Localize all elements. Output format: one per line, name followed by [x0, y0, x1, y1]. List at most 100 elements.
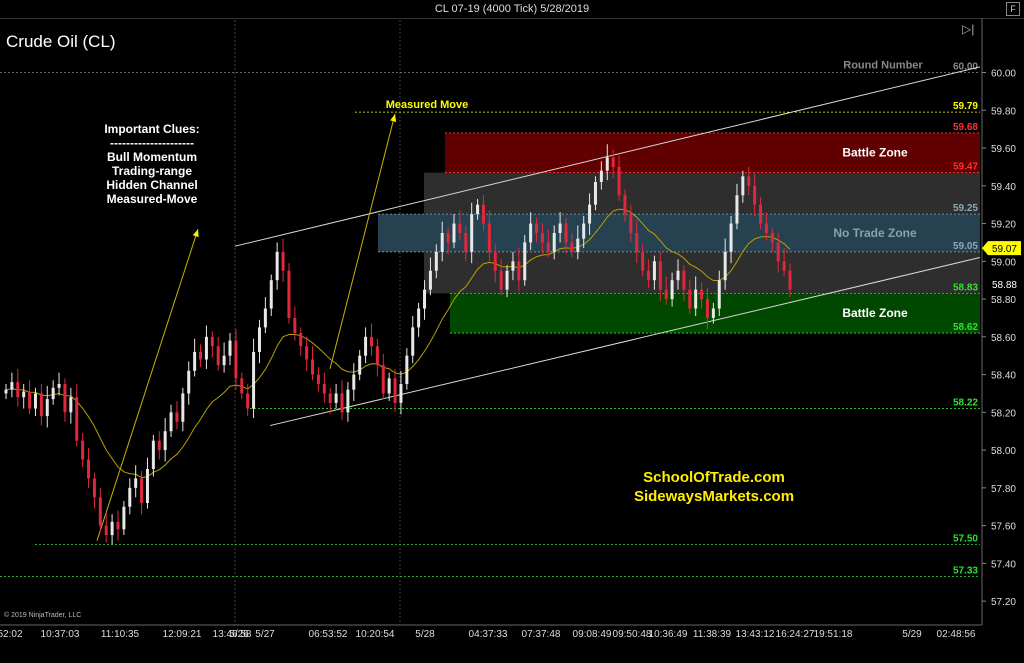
clues-divider: --------------------- — [110, 136, 194, 150]
time-axis[interactable]: 52:02 10:37:03 11:10:35 12:09:21 13:46:585/2… — [0, 624, 982, 640]
clues-title: Important Clues: — [104, 122, 200, 136]
candle-up — [33, 393, 37, 409]
candle-down — [369, 336, 373, 347]
candle-up — [511, 261, 515, 271]
candle-down — [770, 232, 774, 243]
candle-down — [98, 497, 102, 526]
candle-down — [246, 393, 250, 409]
candle-up — [670, 280, 674, 300]
candle-down — [375, 346, 379, 366]
time-tick-label: 06:53:52 — [309, 629, 348, 640]
time-tick-label: 19:51:18 — [814, 629, 853, 640]
candle-down — [281, 251, 285, 271]
candle-down — [788, 270, 792, 290]
level-price-label: 58.83 — [953, 282, 978, 293]
candle-up — [694, 289, 698, 309]
candle-up — [399, 384, 403, 403]
level-annotation: Measured Move — [386, 99, 469, 111]
level-price-label: 57.50 — [953, 534, 978, 545]
axis-tick-label: 58.20 — [991, 408, 1016, 419]
candle-up — [269, 280, 273, 309]
candle-up — [558, 223, 562, 233]
important-clues: Important Clues: --------------------- B… — [82, 122, 222, 206]
candle-up — [263, 308, 267, 328]
candle-up — [252, 351, 256, 409]
clue-item: Bull Momentum — [107, 150, 197, 164]
candle-up — [387, 378, 391, 394]
candle-up — [428, 270, 432, 290]
time-tick-label: 5/29 — [902, 629, 922, 640]
level-price-label: 60.00 — [953, 62, 978, 73]
candle-down — [157, 440, 161, 451]
candle-up — [711, 308, 715, 318]
candle-down — [216, 346, 220, 366]
time-tick-label: 11:38:39 — [693, 629, 732, 640]
candle-up — [181, 393, 185, 422]
site-school-of-trade: SchoolOfTrade.com — [643, 469, 785, 486]
window-titlebar: CL 07-19 (4000 Tick) 5/28/2019 F — [0, 0, 1024, 19]
candle-down — [540, 232, 544, 243]
candle-up — [588, 204, 592, 224]
candle-up — [222, 355, 226, 366]
time-tick-label: 5/26 — [229, 629, 249, 640]
time-tick-label: 02:48:56 — [937, 629, 976, 640]
candle-up — [423, 289, 427, 309]
candle-up — [193, 351, 197, 371]
candle-down — [641, 251, 645, 271]
candle-up — [352, 374, 356, 390]
candle-down — [16, 382, 20, 398]
arrow-head-icon — [192, 229, 199, 238]
price-tag-label: 58.88 — [992, 280, 1017, 291]
price-chart[interactable]: Battle Zone No Trade Zone Battle Zone 60.0… — [0, 18, 1024, 663]
price-tag-label: 59.07 — [992, 244, 1017, 255]
candle-down — [446, 232, 450, 243]
candle-down — [458, 223, 462, 233]
candle-down — [629, 214, 633, 233]
candle-up — [741, 176, 745, 196]
scroll-to-end-icon[interactable]: ▷| — [962, 22, 974, 36]
candle-down — [688, 289, 692, 309]
price-axis[interactable]: 60.00 59.80 59.60 59.40 59.20 59.00 58.80 58.60… — [981, 18, 1021, 625]
zone-label: Battle Zone — [842, 306, 908, 320]
candle-up — [110, 521, 114, 536]
candle-up — [128, 487, 132, 507]
candle-down — [759, 204, 763, 224]
time-tick-label: 04:37:33 — [469, 629, 508, 640]
axis-tick-label: 59.40 — [991, 182, 1016, 193]
candle-down — [39, 393, 43, 417]
time-tick-label: 10:37:03 — [41, 629, 80, 640]
zone-layer: Battle Zone No Trade Zone Battle Zone — [378, 132, 980, 334]
instrument-title: Crude Oil (CL) — [6, 32, 116, 51]
candle-down — [623, 195, 627, 215]
copyright-notice: © 2019 NinjaTrader, LLC — [4, 612, 82, 619]
candle-up — [676, 270, 680, 281]
candle-down — [311, 359, 315, 375]
candle-down — [782, 261, 786, 271]
candle-up — [57, 384, 61, 388]
time-tick-label: 5/28 — [415, 629, 435, 640]
candle-down — [116, 521, 120, 530]
candle-down — [564, 223, 568, 243]
candle-up — [51, 387, 55, 400]
candle-up — [69, 397, 73, 413]
candle-up — [358, 355, 362, 375]
candle-down — [546, 242, 550, 252]
candle-down — [293, 317, 297, 334]
time-tick-label: 16:24:27 — [776, 629, 815, 640]
candle-down — [617, 166, 621, 196]
candle-down — [199, 351, 203, 360]
candle-up — [187, 370, 191, 394]
candle-down — [299, 333, 303, 347]
axis-tick-label: 58.60 — [991, 333, 1016, 344]
candle-up — [605, 157, 609, 171]
candle-down — [487, 223, 491, 252]
candle-down — [682, 270, 686, 290]
candle-up — [275, 251, 279, 281]
axis-tick-label: 59.60 — [991, 144, 1016, 155]
candle-down — [210, 336, 214, 347]
candle-up — [417, 308, 421, 328]
candle-up — [552, 232, 556, 252]
candle-down — [464, 232, 468, 252]
candle-up — [151, 440, 155, 469]
f-button[interactable]: F — [1006, 2, 1020, 16]
